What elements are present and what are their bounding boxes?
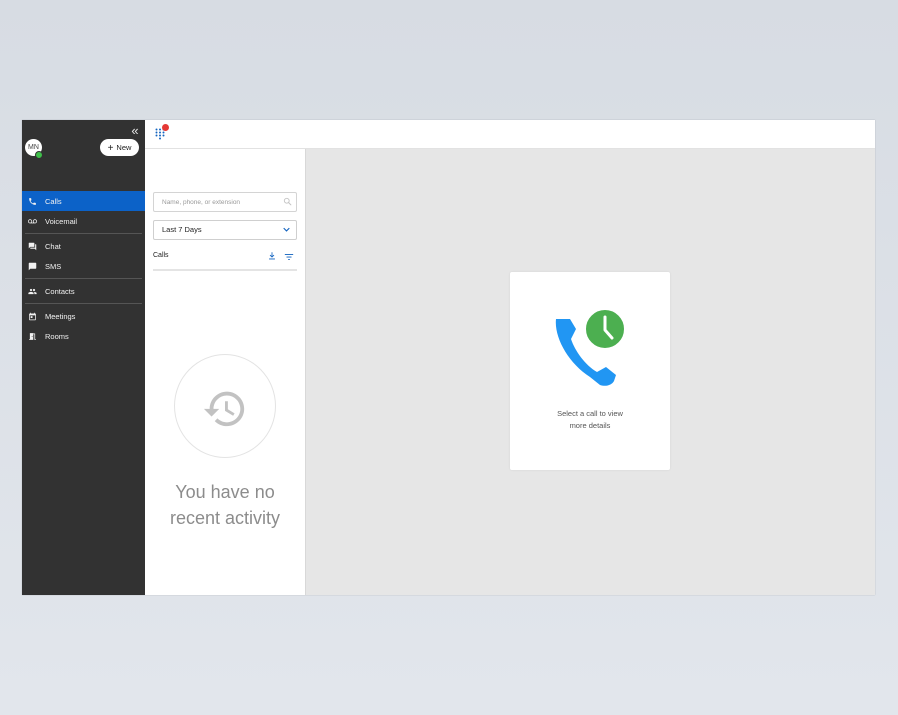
chat-icon bbox=[28, 242, 37, 251]
sidebar-item-chat[interactable]: Chat bbox=[22, 236, 145, 256]
collapse-sidebar-icon[interactable]: « bbox=[128, 124, 142, 138]
select-call-card: Select a call to view more details bbox=[510, 272, 670, 470]
select-call-line1: Select a call to view bbox=[557, 409, 623, 418]
history-icon bbox=[203, 391, 245, 427]
phone-icon bbox=[28, 197, 37, 206]
voicemail-icon bbox=[28, 217, 37, 226]
sidebar-item-label: Contacts bbox=[45, 286, 75, 296]
nav-divider bbox=[25, 278, 142, 279]
nav-divider bbox=[25, 233, 142, 234]
plus-icon: + bbox=[107, 143, 114, 154]
date-range-select[interactable]: Last 7 Days bbox=[153, 220, 297, 240]
select-call-line2: more details bbox=[569, 421, 611, 430]
calls-list-panel: Last 7 Days Calls You have no rec bbox=[145, 149, 305, 595]
search-icon[interactable] bbox=[283, 197, 292, 206]
empty-state-line2: recent activity bbox=[169, 508, 281, 528]
download-icon[interactable] bbox=[267, 251, 277, 261]
sidebar-item-label: Meetings bbox=[45, 311, 76, 321]
call-detail-area: Select a call to view more details bbox=[305, 149, 875, 595]
empty-state-message: You have no recent activity bbox=[145, 479, 305, 531]
sidebar-item-label: Rooms bbox=[45, 331, 69, 341]
app-window: « MN + New Calls Voicemail Chat SMS Cont… bbox=[22, 120, 875, 595]
sidebar-item-meetings[interactable]: Meetings bbox=[22, 306, 145, 326]
filter-icon[interactable] bbox=[284, 252, 294, 262]
top-bar bbox=[145, 120, 875, 149]
sidebar-item-calls[interactable]: Calls bbox=[22, 191, 145, 211]
chevron-down-icon bbox=[283, 227, 290, 232]
contacts-icon bbox=[28, 287, 37, 296]
nav-divider bbox=[25, 303, 142, 304]
avatar-initials: MN bbox=[28, 144, 39, 151]
empty-state-line1: You have no bbox=[175, 482, 275, 502]
date-range-value: Last 7 Days bbox=[162, 225, 202, 234]
search-input[interactable] bbox=[154, 193, 282, 211]
new-button-label: New bbox=[116, 143, 132, 152]
select-call-message: Select a call to view more details bbox=[510, 408, 670, 432]
search-box bbox=[153, 192, 297, 212]
empty-state-illustration bbox=[174, 354, 276, 458]
sidebar-item-label: SMS bbox=[45, 261, 62, 271]
sidebar-item-contacts[interactable]: Contacts bbox=[22, 281, 145, 301]
sidebar-item-label: Chat bbox=[45, 241, 61, 251]
rooms-icon bbox=[28, 332, 37, 341]
sidebar-item-rooms[interactable]: Rooms bbox=[22, 326, 145, 346]
sidebar-item-label: Voicemail bbox=[45, 216, 78, 226]
calls-title: Calls bbox=[153, 252, 169, 259]
phone-clock-icon bbox=[555, 308, 626, 386]
sidebar-item-sms[interactable]: SMS bbox=[22, 256, 145, 276]
sidebar-item-label: Calls bbox=[45, 196, 62, 206]
sidebar-item-voicemail[interactable]: Voicemail bbox=[22, 211, 145, 231]
sidebar: « MN + New Calls Voicemail Chat SMS Cont… bbox=[22, 120, 145, 595]
calls-header: Calls bbox=[153, 249, 297, 271]
calendar-icon bbox=[28, 312, 37, 321]
sms-icon bbox=[28, 262, 37, 271]
presence-online-indicator bbox=[35, 151, 43, 159]
sidebar-nav: Calls Voicemail Chat SMS Contacts Meetin… bbox=[22, 191, 145, 346]
notification-badge bbox=[162, 124, 169, 131]
new-button[interactable]: + New bbox=[100, 139, 139, 156]
